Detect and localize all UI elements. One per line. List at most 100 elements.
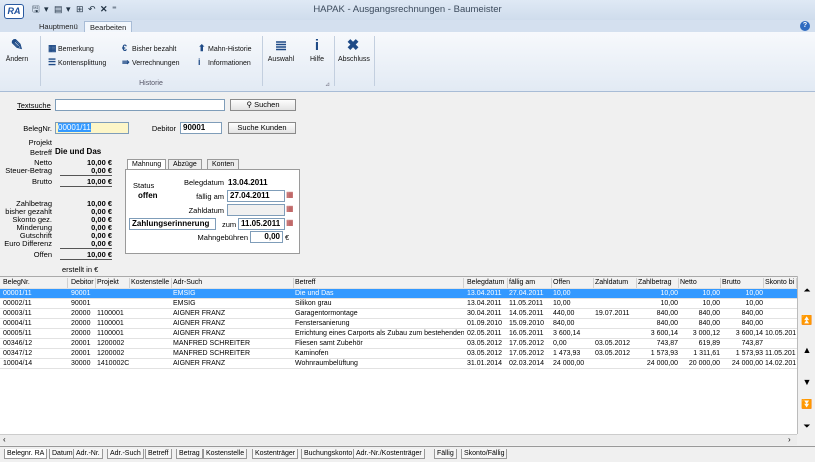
table-cell: Die und Das [295,290,334,297]
search-button-label: Suchen [254,100,280,109]
column-header[interactable]: Adr-Such [172,278,294,288]
horizontal-scrollbar[interactable]: ‹ › [0,434,797,445]
scroll-up-icon[interactable]: ▲ [801,344,813,356]
column-header[interactable]: Netto [679,278,721,288]
sort-tab[interactable]: Skonto/Fällig [461,449,508,459]
table-cell: 17.05.2012 [509,340,545,347]
column-header[interactable]: BelegNr. [2,278,68,288]
suche-kunden-button[interactable]: Suche Kunden [228,122,296,134]
table-row[interactable]: 00003/11 20000 1100001 AIGNER FRANZ Garagent… [0,309,797,319]
column-header[interactable]: Debitor [70,278,96,288]
mahn-historie-button[interactable]: ⬆ Mahn-Historie [198,43,252,54]
erstellt-label: erstellt in € [62,265,99,274]
table-cell: Wohnraumbelüftung [295,360,358,367]
hilfe-button[interactable]: i Hilfe [306,36,328,72]
table-cell: 30.04.2011 [467,310,502,317]
table-cell: 840,00 [553,320,575,327]
table-row[interactable]: 10004/14 30000 1410002C AIGNER FRANZ Wohnrau… [0,359,797,369]
column-header[interactable]: Brutto [721,278,764,288]
sort-tab[interactable]: Betreff [145,449,172,459]
mahngebuehren-field[interactable]: 0,00 [250,231,283,243]
column-header[interactable]: Belegdatum [466,278,508,288]
debitor-field[interactable]: 90001 [180,122,222,134]
calendar-icon[interactable]: ▦ [286,218,294,227]
edit-icon: ✎ [10,37,24,54]
table-cell: 10.05.201 [765,330,797,337]
table-cell: 27.04.2011 [509,290,544,297]
scroll-down-icon[interactable]: ▼ [801,376,813,388]
sort-tab[interactable]: Kostenstelle [203,449,248,459]
invoice-table[interactable]: BelegNr. Debitor Projekt Kostenstelle Adr-Su… [0,276,797,434]
table-cell: 3 600,14 [735,330,763,337]
informationen-button[interactable]: i Informationen [198,57,251,68]
table-cell: 10,00 [553,290,571,297]
close-icon: ✖ [346,37,360,54]
auswahl-label: Auswahl [267,56,295,63]
aendern-button[interactable]: ✎ Ändern [4,36,30,72]
search-input[interactable] [55,99,225,111]
sort-tab[interactable]: Buchungskonto [301,449,356,459]
column-header[interactable]: Offen [552,278,594,288]
help-icon[interactable]: ? [800,21,810,31]
table-cell: EMSIG [173,290,196,297]
sort-tab[interactable]: Datum [49,449,76,459]
scroll-left-icon[interactable]: ‹ [3,435,6,445]
faellig-field[interactable]: 27.04.2011 [227,190,285,202]
column-header[interactable]: Skonto bi [764,278,797,288]
sort-tab[interactable]: Betrag [176,449,203,459]
sort-tab[interactable]: Belegnr. RA [4,449,48,459]
auswahl-button[interactable]: ≣ Auswahl [266,36,296,72]
column-header[interactable]: Kostenstelle [130,278,172,288]
dialog-launcher-icon[interactable]: ⊿ [325,81,330,88]
table-row[interactable]: 00346/12 20001 1200002 MANFRED SCHREITER Fli… [0,339,797,349]
sort-tab[interactable]: Adr.-Nr. [73,449,103,459]
sort-tab[interactable]: Adr.-Nr./Kostenträger [353,449,425,459]
sort-tab[interactable]: Adr.-Such [107,449,144,459]
bemerkung-button[interactable]: ▦Bemerkung [48,43,94,54]
sort-tab[interactable]: Fällig [434,449,457,459]
table-row[interactable]: 00001/11 90001 EMSIG Die und Das 13.04.2011 2… [0,289,797,299]
calendar-icon[interactable]: ▦ [286,204,294,213]
kontensplittung-button[interactable]: ☰ Kontensplittung [48,57,106,68]
zum-field[interactable]: 11.05.2011 [238,218,285,230]
window-title: HAPAK - Ausgangsrechnungen - Baumeister [313,4,502,15]
belegnr-label: BelegNr. [23,124,52,133]
table-cell: 1 473,93 [553,350,581,357]
table-cell: 11.05.201 [765,350,796,357]
verrechnungen-button[interactable]: ⇛ Verrechnungen [122,57,179,68]
scroll-page-up-icon[interactable]: ⏫ [801,314,813,326]
column-header[interactable]: fällig am [508,278,552,288]
sort-tab[interactable]: Kostenträger [252,449,299,459]
table-cell: 90001 [71,300,91,307]
bemerkung-label: Bemerkung [58,46,94,53]
column-header[interactable]: Betreff [294,278,464,288]
scroll-last-icon[interactable]: ⏷ [801,420,813,432]
column-header[interactable]: Zahlbetrag [637,278,679,288]
table-cell: 10,00 [745,290,763,297]
offen-label: Offen [33,250,52,259]
mahnstufe-field[interactable]: Zahlungserinnerung [129,218,216,230]
search-button[interactable]: ⚲ Suchen [230,99,296,111]
scroll-first-icon[interactable]: ⏶ [801,284,813,296]
abschluss-button[interactable]: ✖ Abschluss [338,36,370,72]
table-cell [594,319,637,329]
table-cell [764,299,797,309]
scroll-right-icon[interactable]: › [788,435,791,445]
table-row[interactable]: 00005/11 20000 1100001 AIGNER FRANZ Errichtu… [0,329,797,339]
vertical-scrollbar[interactable]: ⏶ ⏫ ▲ ▼ ⏬ ⏷ [797,276,815,434]
belegnr-field[interactable]: 00001/11 [55,122,129,134]
table-cell: 3 600,14 [650,330,678,337]
table-row[interactable]: 00004/11 20000 1100001 AIGNER FRANZ Fensters… [0,319,797,329]
calendar-icon[interactable]: ▦ [286,190,294,199]
scroll-page-down-icon[interactable]: ⏬ [801,398,813,410]
column-header[interactable]: Projekt [96,278,130,288]
ribbon-separator [334,36,335,86]
bisher-bezahlt-button[interactable]: € Bisher bezahlt [122,43,176,54]
table-row[interactable]: 00002/11 90001 EMSIG Silikon grau 13.04.2011… [0,299,797,309]
selection-icon: ≣ [274,37,288,54]
table-cell: 02.05.2011 [467,330,502,337]
table-cell: EMSIG [173,300,196,307]
zahldatum-field[interactable] [227,204,285,216]
table-row[interactable]: 00347/12 20001 1200002 MANFRED SCHREITER Kam… [0,349,797,359]
column-header[interactable]: Zahldatum [594,278,637,288]
